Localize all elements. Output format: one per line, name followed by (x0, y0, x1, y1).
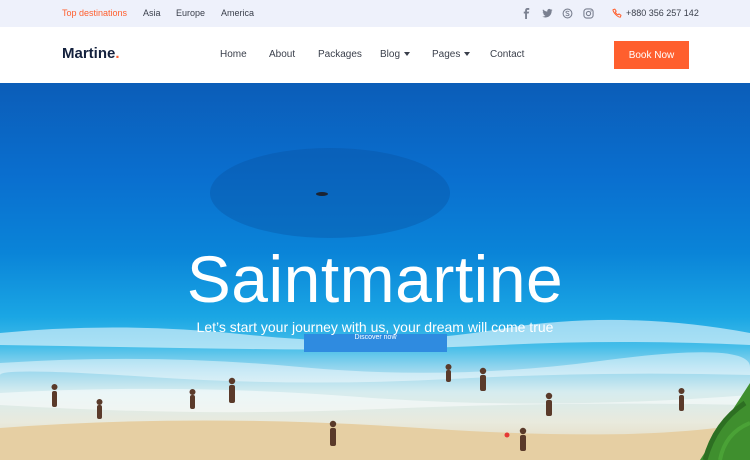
top-link-america[interactable]: America (221, 8, 254, 18)
nav-contact[interactable]: Contact (490, 49, 524, 60)
site-logo[interactable]: Martine. (62, 45, 120, 62)
instagram-icon[interactable] (583, 8, 594, 19)
hero-section: Discover now Saintmartine Let’s start yo… (0, 83, 750, 460)
nav-blog[interactable]: Blog (380, 49, 411, 60)
discover-now-button[interactable]: Discover now (304, 334, 447, 352)
top-link-asia[interactable]: Asia (143, 8, 161, 18)
nav-pages-label: Pages (432, 49, 461, 60)
logo-dot: . (115, 45, 120, 62)
nav-about[interactable]: About (269, 49, 295, 60)
nav-pages[interactable]: Pages (432, 49, 471, 60)
top-link-europe[interactable]: Europe (176, 8, 205, 18)
chevron-down-icon (404, 52, 411, 57)
chevron-down-icon (464, 52, 471, 57)
top-bar: Top destinations Asia Europe America +88… (0, 0, 750, 27)
nav-packages[interactable]: Packages (318, 49, 362, 60)
twitter-icon[interactable] (542, 8, 553, 19)
hero-title: Saintmartine (186, 242, 564, 316)
logo-text: Martine (62, 45, 116, 62)
nav-home[interactable]: Home (220, 49, 247, 60)
nav-blog-label: Blog (380, 49, 401, 60)
hero-subtitle: Let’s start your journey with us, your d… (196, 319, 554, 335)
phone-icon (612, 8, 622, 18)
book-now-button[interactable]: Book Now (614, 41, 689, 69)
skype-icon[interactable] (562, 8, 573, 19)
top-link-top-destinations[interactable]: Top destinations (62, 8, 127, 18)
phone-number: +880 356 257 142 (626, 8, 699, 18)
facebook-icon[interactable] (521, 8, 532, 19)
